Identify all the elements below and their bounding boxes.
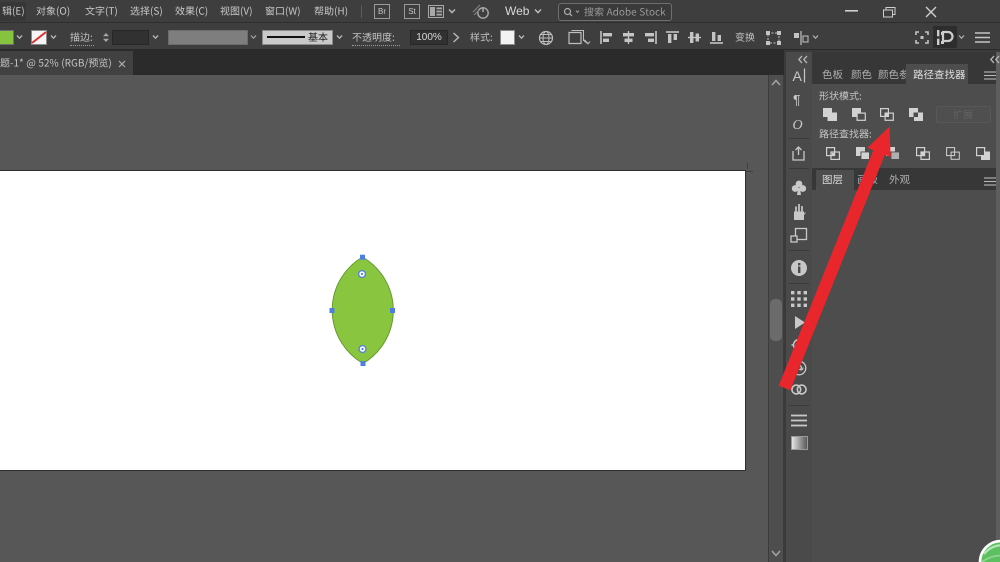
svg-text:A: A xyxy=(793,68,803,83)
